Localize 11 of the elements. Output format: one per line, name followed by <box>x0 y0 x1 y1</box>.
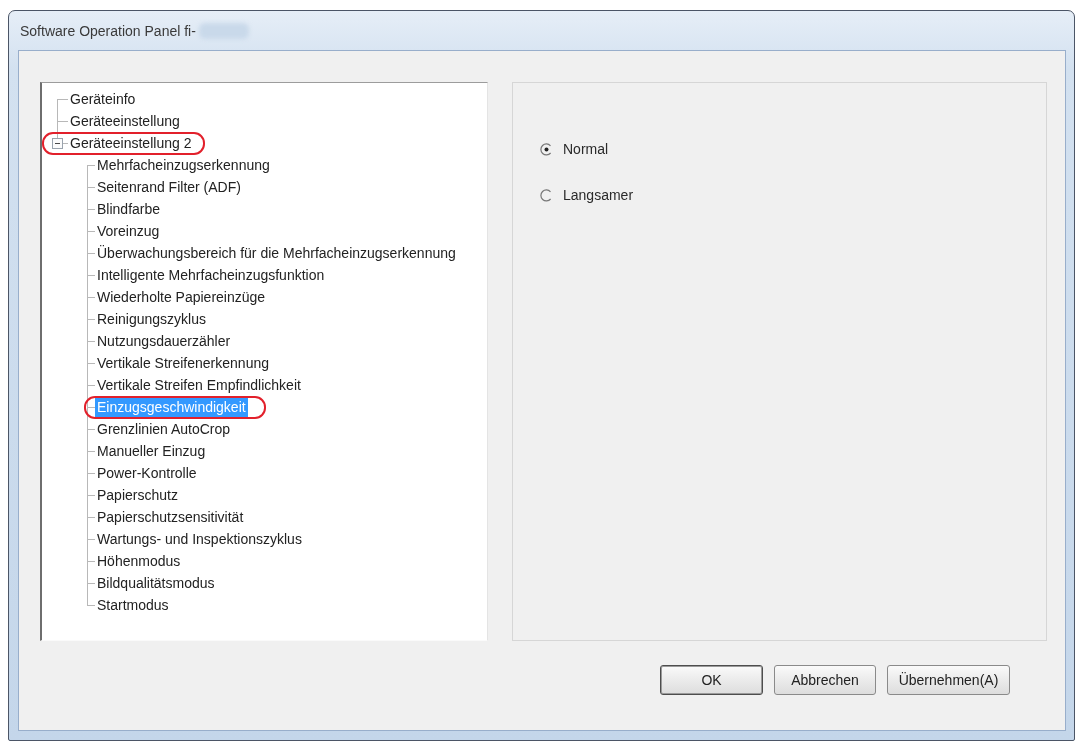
dialog-button[interactable]: Übernehmen(A) <box>887 665 1010 695</box>
tree-item[interactable]: Geräteeinstellung 2 <box>68 133 194 153</box>
dialog-button[interactable]: Abbrechen <box>774 665 876 695</box>
collapse-icon[interactable] <box>52 138 63 149</box>
radio-icon[interactable] <box>540 142 553 156</box>
window-title: Software Operation Panel fi- <box>20 22 196 39</box>
radio-option[interactable]: Langsamer <box>540 184 634 206</box>
radio-option[interactable]: Normal <box>540 138 609 160</box>
blurred-block <box>198 22 249 39</box>
radio-icon[interactable] <box>540 188 553 202</box>
dialog-button[interactable]: OK <box>660 665 763 695</box>
